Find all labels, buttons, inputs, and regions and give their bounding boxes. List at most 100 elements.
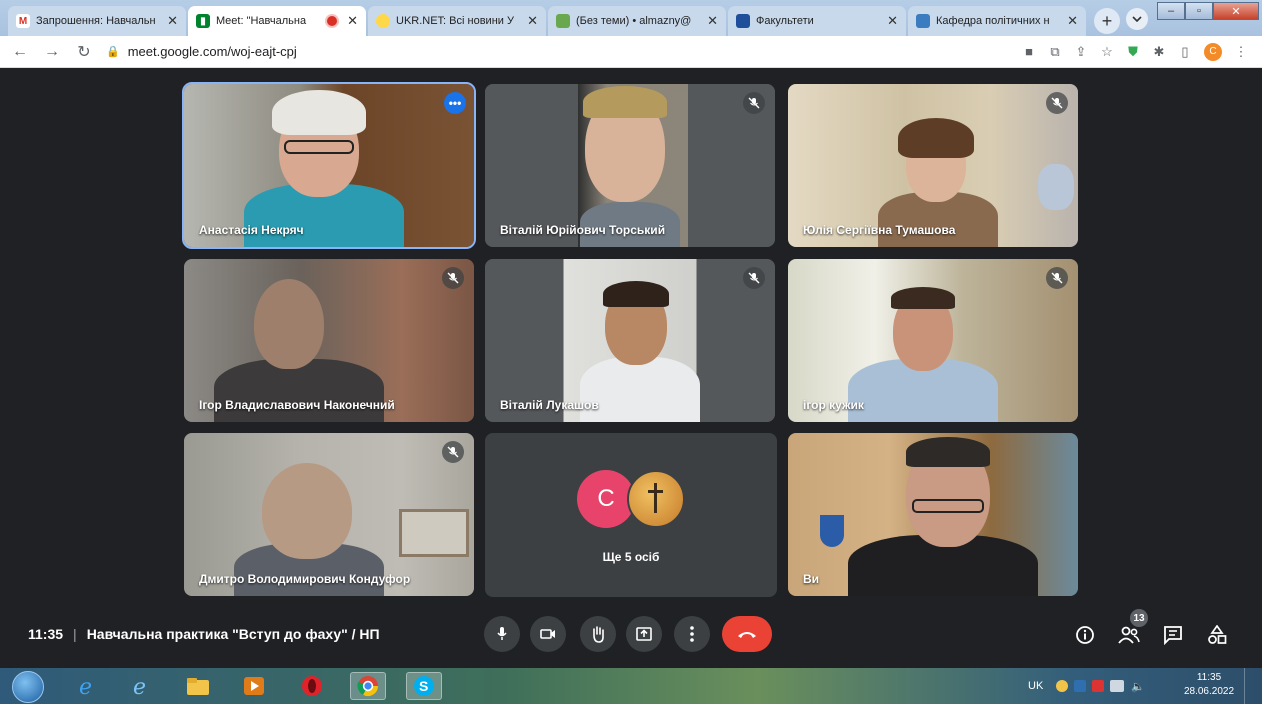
close-tab-icon[interactable]: ✕ — [707, 13, 718, 29]
raise-hand-button[interactable] — [580, 616, 616, 652]
participant-name: Віталій Юрійович Торський — [500, 223, 666, 237]
raise-hand-icon — [593, 626, 604, 643]
camera-button[interactable] — [530, 616, 566, 652]
browser-tab-mail[interactable]: (Без теми) • almazny@ ✕ — [548, 6, 726, 36]
shield-extension-icon[interactable]: ⛊ — [1120, 44, 1146, 60]
taskbar-clock[interactable]: 11:35 28.06.2022 — [1180, 671, 1238, 699]
coat-of-arms-icon — [820, 515, 844, 547]
taskbar-edge-icon[interactable]: e — [124, 672, 160, 700]
info-icon — [1076, 626, 1094, 644]
people-icon — [1118, 626, 1140, 644]
show-desktop-button[interactable] — [1244, 668, 1262, 704]
taskbar-explorer-icon[interactable] — [180, 672, 216, 700]
side-panel-icon[interactable]: ▯ — [1172, 44, 1198, 60]
present-icon — [636, 627, 652, 641]
taskbar-opera-icon[interactable] — [294, 672, 330, 700]
maximize-button[interactable]: ▫ — [1185, 2, 1213, 20]
self-view-tile[interactable]: Ви — [788, 433, 1078, 596]
translate-icon[interactable]: ⧉ — [1042, 44, 1068, 60]
profile-avatar[interactable]: C — [1204, 42, 1222, 61]
action-center-icon[interactable] — [1092, 680, 1105, 692]
close-tab-icon[interactable]: ✕ — [887, 13, 898, 29]
other-participants-tile[interactable]: C Ще 5 осіб — [485, 433, 777, 597]
taskbar-skype-icon[interactable]: S — [406, 672, 442, 700]
participant-avatar-image — [627, 470, 685, 528]
close-tab-icon[interactable]: ✕ — [167, 13, 178, 29]
reload-icon[interactable]: ↻ — [72, 42, 96, 62]
toolbar-icons: ■ ⧉ ⇪ ☆ ⛊ ✱ ▯ C ⋮ — [1016, 42, 1262, 61]
share-icon[interactable]: ⇪ — [1068, 44, 1094, 60]
clock-time: 11:35 — [1196, 672, 1222, 683]
meet-icon: ▮ — [196, 14, 210, 28]
participant-tile[interactable]: ігор кужик — [788, 259, 1078, 422]
tray-flag-icon[interactable] — [1074, 680, 1087, 692]
bookmark-star-icon[interactable]: ☆ — [1094, 44, 1120, 60]
taskbar-media-player-icon[interactable] — [236, 672, 272, 700]
more-options-button[interactable]: ••• — [444, 92, 466, 114]
volume-icon[interactable]: 🔈 — [1131, 680, 1145, 693]
microphone-button[interactable] — [484, 616, 520, 652]
tray-app-icon[interactable] — [1056, 680, 1069, 692]
browser-tab-faculties[interactable]: Факультети ✕ — [728, 6, 906, 36]
participant-tile[interactable]: Віталій Юрійович Торський — [485, 84, 775, 247]
more-options-button[interactable] — [674, 616, 710, 652]
participant-tile[interactable]: Дмитро Володимирович Кондуфор — [184, 433, 474, 596]
tab-search-button[interactable] — [1126, 8, 1148, 30]
chat-icon — [1164, 626, 1182, 645]
browser-menu-icon[interactable]: ⋮ — [1228, 44, 1254, 60]
browser-tab-ukrnet[interactable]: UKR.NET: Всі новини У ✕ — [368, 6, 546, 36]
ukrnet-icon — [376, 14, 390, 28]
meeting-info: 11:35 | Навчальна практика "Вступ до фах… — [28, 626, 380, 642]
back-icon[interactable]: ← — [8, 43, 32, 61]
browser-tab-gmail[interactable]: M Запрошення: Навчальн ✕ — [8, 6, 186, 36]
participant-name: Анастасія Некряч — [199, 223, 304, 237]
glasses — [912, 499, 984, 513]
browser-tab-meet[interactable]: ▮ Meet: "Навчальна ✕ — [188, 6, 366, 36]
language-indicator[interactable]: UK — [1028, 680, 1043, 692]
other-participants-label: Ще 5 осіб — [602, 550, 660, 564]
meeting-title: Навчальна практика "Вступ до фаху" / НП — [86, 626, 380, 642]
participant-tile[interactable]: Віталій Лукашов — [485, 259, 775, 422]
browser-tab-strip: M Запрошення: Навчальн ✕ ▮ Meet: "Навчал… — [0, 0, 1262, 36]
end-call-button[interactable] — [722, 616, 772, 652]
present-screen-button[interactable] — [626, 616, 662, 652]
url-text: meet.google.com/woj-eajt-cpj — [127, 44, 297, 59]
close-tab-icon[interactable]: ✕ — [1067, 13, 1078, 29]
taskbar-chrome-icon[interactable] — [350, 672, 386, 700]
participant-tile[interactable]: Ігор Владиславович Наконечний — [184, 259, 474, 422]
windows-taskbar: e e S UK 🔈 11:35 28.06.2022 — [0, 668, 1262, 704]
browser-tab-department[interactable]: Кафедра політичних н ✕ — [908, 6, 1086, 36]
meeting-time: 11:35 — [28, 626, 64, 642]
plush-toy — [1038, 164, 1074, 210]
start-button[interactable] — [12, 671, 44, 703]
network-icon[interactable] — [1110, 680, 1125, 692]
activities-shapes-icon — [1208, 625, 1227, 644]
close-window-button[interactable]: ✕ — [1213, 2, 1259, 20]
activities-button[interactable] — [1204, 622, 1230, 648]
chat-button[interactable] — [1160, 622, 1186, 648]
forward-icon[interactable]: → — [40, 43, 64, 61]
close-tab-icon[interactable]: ✕ — [527, 13, 538, 29]
mail-icon — [556, 14, 570, 28]
camera-indicator-icon[interactable]: ■ — [1016, 44, 1042, 59]
participant-tile[interactable]: ••• Анастасія Некряч — [182, 82, 476, 249]
minimize-button[interactable]: – — [1157, 2, 1185, 20]
taskbar-ie-icon[interactable]: e — [70, 672, 106, 700]
address-bar[interactable]: 🔒 meet.google.com/woj-eajt-cpj — [106, 40, 926, 64]
svg-text:e: e — [133, 675, 146, 698]
video-feed — [788, 433, 1078, 596]
participant-tile[interactable]: Юлія Сергіївна Тумашова — [788, 84, 1078, 247]
new-tab-button[interactable]: + — [1094, 8, 1120, 34]
meeting-details-button[interactable] — [1072, 622, 1098, 648]
participant-name: Ви — [803, 572, 820, 586]
gmail-icon: M — [16, 14, 30, 28]
browser-toolbar: ← → ↻ 🔒 meet.google.com/woj-eajt-cpj ■ ⧉… — [0, 36, 1262, 68]
meet-bottom-bar: 11:35 | Навчальна практика "Вступ до фах… — [0, 608, 1262, 668]
cross-icon — [648, 483, 663, 513]
close-tab-icon[interactable]: ✕ — [347, 13, 358, 29]
muted-mic-icon — [442, 441, 464, 463]
extensions-puzzle-icon[interactable]: ✱ — [1146, 44, 1172, 60]
people-count-badge: 13 — [1130, 609, 1148, 627]
camera-icon — [540, 629, 555, 639]
lock-icon[interactable]: 🔒 — [106, 45, 120, 58]
